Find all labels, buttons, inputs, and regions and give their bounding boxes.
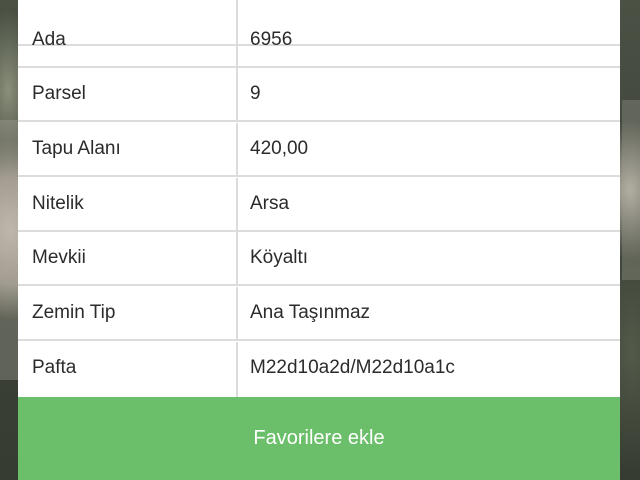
row-value-ada: 6956	[250, 29, 293, 50]
row-value-tapu-alani: 420,00	[250, 138, 309, 159]
column-divider	[236, 68, 238, 120]
row-value-pafta: M22d10a2d/M22d10a1c	[250, 357, 455, 378]
column-divider	[236, 123, 238, 175]
row-label-mevkii: Mevkii	[32, 247, 86, 268]
table-row-ada: Ada 6956	[18, 14, 620, 68]
row-label-parsel: Parsel	[32, 83, 86, 104]
row-label-nitelik: Nitelik	[32, 193, 84, 214]
add-to-favorites-button[interactable]: Favorilere ekle	[18, 397, 620, 480]
column-divider	[236, 232, 238, 284]
table-row-tapu-alani: Tapu Alanı 420,00	[18, 123, 620, 177]
table-row-mevkii: Mevkii Köyaltı	[18, 232, 620, 286]
row-value-zemin-tip: Ana Taşınmaz	[250, 302, 371, 323]
table-row-pafta: Pafta M22d10a2d/M22d10a1c	[18, 342, 620, 397]
column-divider	[236, 14, 238, 66]
table-row-parsel: Parsel 9	[18, 68, 620, 122]
column-divider	[236, 342, 238, 397]
row-label-tapu-alani: Tapu Alanı	[32, 138, 121, 159]
column-divider	[236, 287, 238, 339]
table-row-zemin-tip: Zemin Tip Ana Taşınmaz	[18, 287, 620, 341]
column-divider	[236, 178, 238, 230]
row-label-ada: Ada	[32, 29, 66, 50]
parcel-details-table: Ada 6956 Parsel 9 Tapu Alanı 420,00 Nite…	[18, 0, 620, 402]
row-label-pafta: Pafta	[32, 357, 77, 378]
row-value-nitelik: Arsa	[250, 193, 290, 214]
row-label-zemin-tip: Zemin Tip	[32, 302, 116, 323]
row-value-mevkii: Köyaltı	[250, 247, 309, 268]
row-value-parsel: 9	[250, 83, 261, 104]
table-row-nitelik: Nitelik Arsa	[18, 178, 620, 232]
